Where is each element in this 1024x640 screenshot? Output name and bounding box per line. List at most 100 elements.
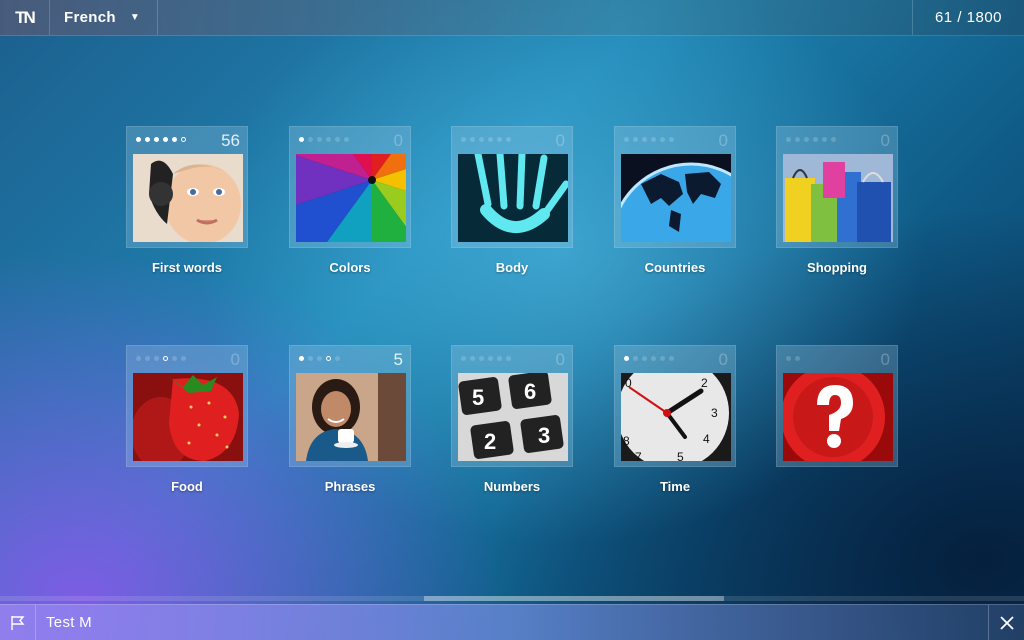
progress-dot: [172, 356, 177, 361]
category-card[interactable]: 0: [614, 126, 736, 248]
svg-text:2: 2: [701, 376, 708, 390]
category-tile[interactable]: 0 Colors: [289, 126, 411, 275]
category-tile[interactable]: 0 Countries: [614, 126, 736, 275]
category-card[interactable]: 56: [126, 126, 248, 248]
progress-dot: [136, 356, 141, 361]
progress-dot: [317, 356, 322, 361]
baby-photo: [133, 154, 243, 242]
word-count: 0: [555, 350, 565, 369]
woman-cup-photo: [296, 373, 406, 461]
svg-text:4: 4: [703, 432, 710, 446]
progress-dots: [461, 356, 511, 361]
progress-dot: [344, 137, 349, 142]
category-card[interactable]: 5: [289, 345, 411, 467]
word-count: 0: [393, 131, 403, 150]
app-logo[interactable]: TN: [0, 0, 50, 35]
progress-dot: [804, 137, 809, 142]
progress-dot: [642, 356, 647, 361]
progress-dot: [308, 137, 313, 142]
svg-text:3: 3: [711, 406, 718, 420]
progress-dot: [651, 137, 656, 142]
test-label[interactable]: Test M: [36, 605, 988, 640]
category-tile[interactable]: 0 Food: [126, 345, 248, 494]
progress-dot: [813, 137, 818, 142]
question-mark-icon: [783, 373, 893, 461]
progress-dot: [651, 356, 656, 361]
shopping-bags-photo: [783, 154, 893, 242]
category-tile[interactable]: 5 Phrases: [289, 345, 411, 494]
word-count: 0: [880, 350, 890, 369]
globe-photo: [621, 154, 731, 242]
category-card[interactable]: 0: [126, 345, 248, 467]
category-label: Numbers: [483, 479, 541, 494]
progress-dot: [172, 137, 177, 142]
progress-dot: [145, 137, 150, 142]
strawberry-photo: [133, 373, 243, 461]
progress-dot: [181, 137, 186, 142]
progress-dot: [470, 137, 475, 142]
progress-dot: [633, 137, 638, 142]
progress-dot: [795, 137, 800, 142]
word-count: 0: [718, 131, 728, 150]
progress-dots: [624, 137, 674, 142]
progress-dot: [660, 137, 665, 142]
category-tile[interactable]: 0 5 6 2 3 Numbers: [451, 345, 573, 494]
progress-dot: [163, 137, 168, 142]
bottom-bar: Test M: [0, 604, 1024, 640]
svg-text:7: 7: [635, 450, 642, 461]
progress-dots: [624, 356, 674, 361]
progress-dot: [624, 137, 629, 142]
horizontal-scrollbar[interactable]: [0, 596, 1024, 601]
category-card[interactable]: 0 5 6 2 3: [451, 345, 573, 467]
progress-dots: [136, 356, 186, 361]
svg-text:2: 2: [484, 429, 496, 454]
category-tile[interactable]: 0 2 3 4 0 8 7 5 Time: [614, 345, 736, 494]
progress-dots: [461, 137, 511, 142]
progress-dot: [470, 356, 475, 361]
category-tile[interactable]: 56 First words: [126, 126, 248, 275]
scrollbar-thumb[interactable]: [424, 596, 724, 601]
progress-dot: [317, 137, 322, 142]
language-selector[interactable]: French ▼: [50, 0, 158, 35]
score-counter: 61 / 1800: [912, 0, 1024, 35]
flag-icon[interactable]: [0, 605, 36, 640]
progress-dot: [497, 356, 502, 361]
category-label: Body: [495, 260, 529, 275]
category-tile[interactable]: 0 Shopping: [776, 126, 898, 275]
category-label: Phrases: [324, 479, 376, 494]
progress-dot: [154, 356, 159, 361]
word-count: 5: [393, 350, 403, 369]
category-label: First words: [151, 260, 223, 275]
category-tile[interactable]: 0 Body: [451, 126, 573, 275]
progress-dot: [633, 356, 638, 361]
close-icon[interactable]: [988, 605, 1024, 640]
category-card[interactable]: 0: [776, 126, 898, 248]
chevron-down-icon: ▼: [129, 12, 141, 23]
category-card[interactable]: 0: [451, 126, 573, 248]
progress-dot: [506, 356, 511, 361]
category-card[interactable]: 02340875: [614, 345, 736, 467]
progress-dot: [795, 356, 800, 361]
language-label: French: [64, 9, 116, 26]
progress-dot: [488, 137, 493, 142]
progress-dots: [299, 137, 349, 142]
progress-dot: [497, 137, 502, 142]
word-count: 56: [221, 131, 240, 150]
category-label: Shopping: [807, 260, 867, 275]
progress-dot: [669, 356, 674, 361]
progress-dot: [145, 356, 150, 361]
word-count: 0: [718, 350, 728, 369]
progress-dot: [506, 137, 511, 142]
category-card[interactable]: 0: [776, 345, 898, 467]
progress-dot: [660, 356, 665, 361]
progress-dot: [136, 137, 141, 142]
category-card[interactable]: 0: [289, 126, 411, 248]
progress-dot: [308, 356, 313, 361]
category-tile[interactable]: 0: [776, 345, 898, 479]
progress-dot: [786, 137, 791, 142]
category-label: Time: [659, 479, 691, 494]
svg-text:5: 5: [677, 450, 684, 461]
progress-dots: [136, 137, 186, 142]
progress-dot: [335, 137, 340, 142]
progress-dot: [479, 137, 484, 142]
